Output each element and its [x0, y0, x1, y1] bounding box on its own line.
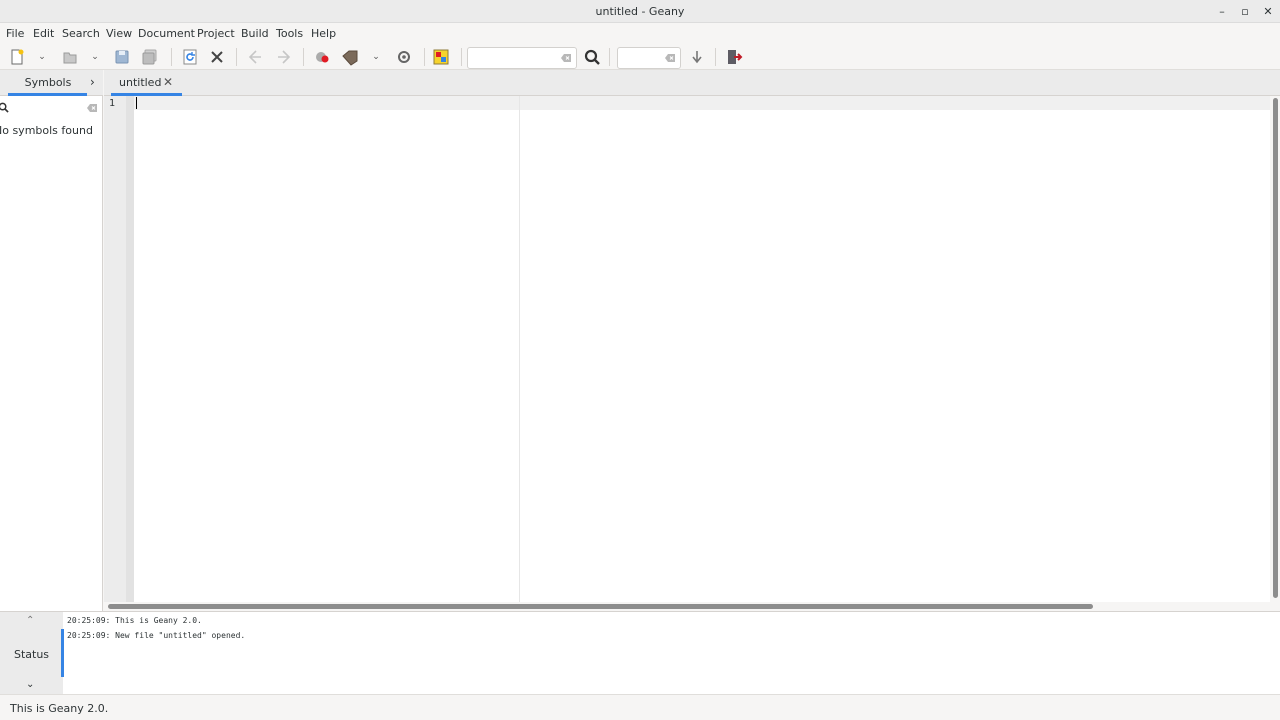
clear-icon[interactable] [664, 52, 676, 64]
search-icon[interactable] [583, 48, 601, 66]
color-chooser-icon[interactable] [432, 48, 450, 66]
toolbar-separator [236, 48, 237, 66]
status-bar: This is Geany 2.0. [0, 694, 1280, 720]
message-window: ⌃ Status ⌄ 20:25:09: This is Geany 2.0. … [0, 611, 1280, 695]
toolbar-separator [609, 48, 610, 66]
menu-view[interactable]: View [106, 27, 132, 40]
tab-status[interactable]: Status [0, 648, 63, 661]
chevron-down-icon[interactable]: ⌄ [37, 52, 47, 62]
scrollbar-thumb[interactable] [1273, 98, 1278, 598]
text-cursor [136, 97, 137, 109]
editor-area: untitled ✕ 1 [104, 70, 1280, 611]
line-number: 1 [109, 98, 116, 109]
document-tabs: untitled ✕ [104, 70, 1280, 96]
menu-tools[interactable]: Tools [276, 27, 303, 40]
clear-icon[interactable] [560, 52, 572, 64]
toolbar-separator [424, 48, 425, 66]
window-title: untitled - Geany [595, 5, 685, 18]
horizontal-scrollbar[interactable] [104, 602, 1270, 611]
sidebar: Symbols › No symbols found [0, 70, 103, 611]
forward-icon[interactable] [275, 48, 293, 66]
new-file-icon[interactable] [8, 48, 26, 66]
toolbar-separator [303, 48, 304, 66]
symbol-search-field[interactable] [0, 98, 101, 118]
tab-symbols[interactable]: Symbols [8, 76, 88, 89]
goto-line-field[interactable] [617, 47, 681, 69]
search-field[interactable] [467, 47, 577, 69]
open-file-icon[interactable] [61, 48, 79, 66]
vertical-scrollbar[interactable] [1270, 96, 1280, 602]
close-window-button[interactable]: ✕ [1260, 4, 1276, 20]
close-icon[interactable] [208, 48, 226, 66]
menu-document[interactable]: Document [138, 27, 195, 40]
title-bar: untitled - Geany – ▫ ✕ [0, 0, 1280, 23]
chevron-right-icon[interactable]: › [90, 75, 95, 89]
chevron-down-icon[interactable]: ⌄ [26, 679, 34, 690]
tab-untitled[interactable]: untitled [119, 76, 161, 89]
compile-icon[interactable] [313, 48, 331, 66]
chevron-up-icon[interactable]: ⌃ [26, 615, 34, 626]
toolbar-separator [461, 48, 462, 66]
search-icon [0, 102, 9, 113]
jump-to-line-icon[interactable] [688, 48, 706, 66]
message-tabs: ⌃ Status ⌄ [0, 612, 64, 695]
menu-search[interactable]: Search [62, 27, 100, 40]
chevron-down-icon[interactable]: ⌄ [371, 52, 381, 62]
maximize-button[interactable]: ▫ [1237, 4, 1253, 20]
fold-margin [126, 96, 134, 602]
long-line-marker [519, 96, 520, 602]
menu-project[interactable]: Project [197, 27, 235, 40]
no-symbols-message: No symbols found [0, 124, 93, 137]
code-editor[interactable]: 1 [104, 96, 1270, 602]
active-tab-indicator [61, 629, 64, 677]
status-message: 20:25:09: This is Geany 2.0. [67, 616, 202, 625]
execute-icon[interactable] [395, 48, 413, 66]
status-text: This is Geany 2.0. [10, 702, 109, 715]
back-icon[interactable] [246, 48, 264, 66]
minimize-button[interactable]: – [1214, 4, 1230, 20]
menu-help[interactable]: Help [311, 27, 336, 40]
sidebar-tabs: Symbols › [0, 70, 103, 96]
save-all-icon[interactable] [141, 48, 159, 66]
menu-file[interactable]: File [6, 27, 24, 40]
build-icon[interactable] [341, 48, 359, 66]
chevron-down-icon[interactable]: ⌄ [90, 52, 100, 62]
toolbar-separator [715, 48, 716, 66]
save-icon[interactable] [113, 48, 131, 66]
clear-icon[interactable] [86, 102, 98, 114]
line-number-gutter: 1 [104, 96, 126, 602]
reload-icon[interactable] [181, 48, 199, 66]
menu-build[interactable]: Build [241, 27, 269, 40]
close-tab-icon[interactable]: ✕ [163, 75, 173, 89]
toolbar: ⌄ ⌄ ⌄ [0, 44, 1280, 70]
active-tab-indicator [8, 93, 87, 96]
toolbar-separator [171, 48, 172, 66]
menu-bar: File Edit Search View Document Project B… [0, 23, 1280, 44]
quit-icon[interactable] [725, 48, 743, 66]
current-line-highlight [134, 96, 1270, 110]
status-message: 20:25:09: New file "untitled" opened. [67, 631, 246, 640]
menu-edit[interactable]: Edit [33, 27, 54, 40]
scrollbar-thumb[interactable] [108, 604, 1093, 609]
